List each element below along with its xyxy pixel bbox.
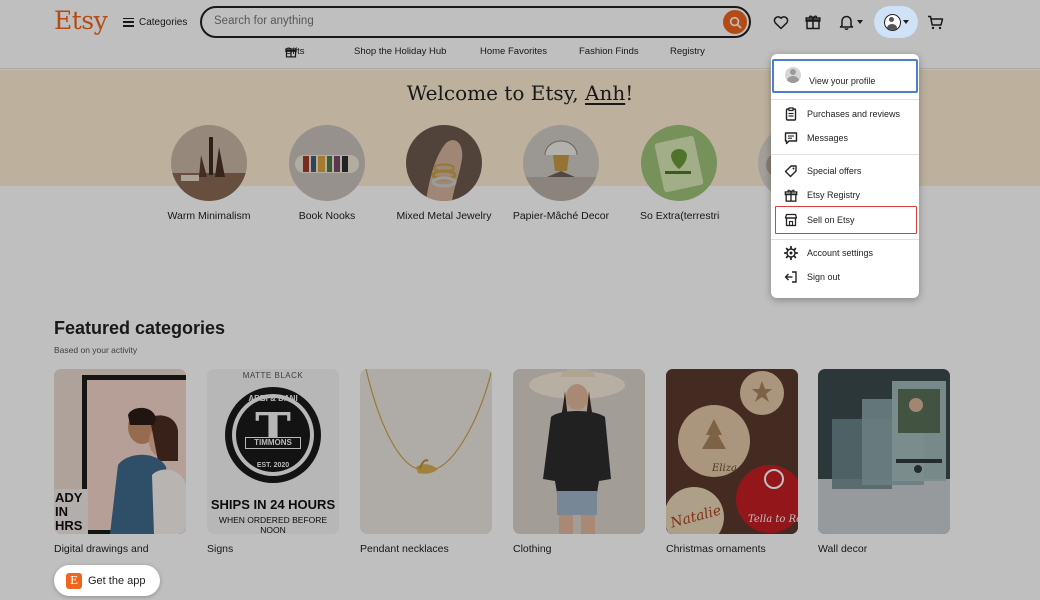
menu-view-profile[interactable]: View your profile [772,59,918,93]
get-app-label: Get the app [88,574,146,587]
get-the-app-button[interactable]: E Get the app [54,565,160,596]
menu-divider [771,154,919,155]
menu-item-etsy-registry[interactable]: Etsy Registry [771,183,919,207]
shop-icon [784,213,798,227]
menu-item-label: Account settings [807,248,874,258]
menu-item-label: Sign out [807,272,841,282]
avatar-icon [883,13,901,31]
tag-icon [784,165,797,178]
menu-item-sell-on-etsy[interactable]: Sell on Etsy [775,206,917,234]
gear-icon [784,246,798,260]
gift-icon [784,189,798,202]
menu-item-sign-out[interactable]: Sign out [771,265,919,289]
menu-item-label: Sell on Etsy [807,215,855,225]
avatar-icon [785,67,801,83]
menu-item-purchases[interactable]: Purchases and reviews [771,102,919,126]
menu-divider [771,239,919,240]
message-icon [784,132,798,145]
clipboard-icon [785,107,797,121]
menu-item-label: Special offers [807,166,862,176]
menu-item-label: Purchases and reviews [807,109,901,119]
menu-item-label: View your profile [809,76,876,86]
menu-divider [771,99,919,100]
menu-item-special-offers[interactable]: Special offers [771,159,919,183]
etsy-app-icon: E [66,572,82,589]
menu-item-account-settings[interactable]: Account settings [771,241,919,265]
menu-item-messages[interactable]: Messages [771,126,919,150]
sign-out-icon [784,271,797,283]
account-button-active[interactable] [874,6,918,38]
account-dropdown-menu: View your profile Purchases and reviews … [771,54,919,298]
menu-item-label: Etsy Registry [807,190,861,200]
menu-item-label: Messages [807,133,849,143]
chevron-down-icon [902,20,909,24]
